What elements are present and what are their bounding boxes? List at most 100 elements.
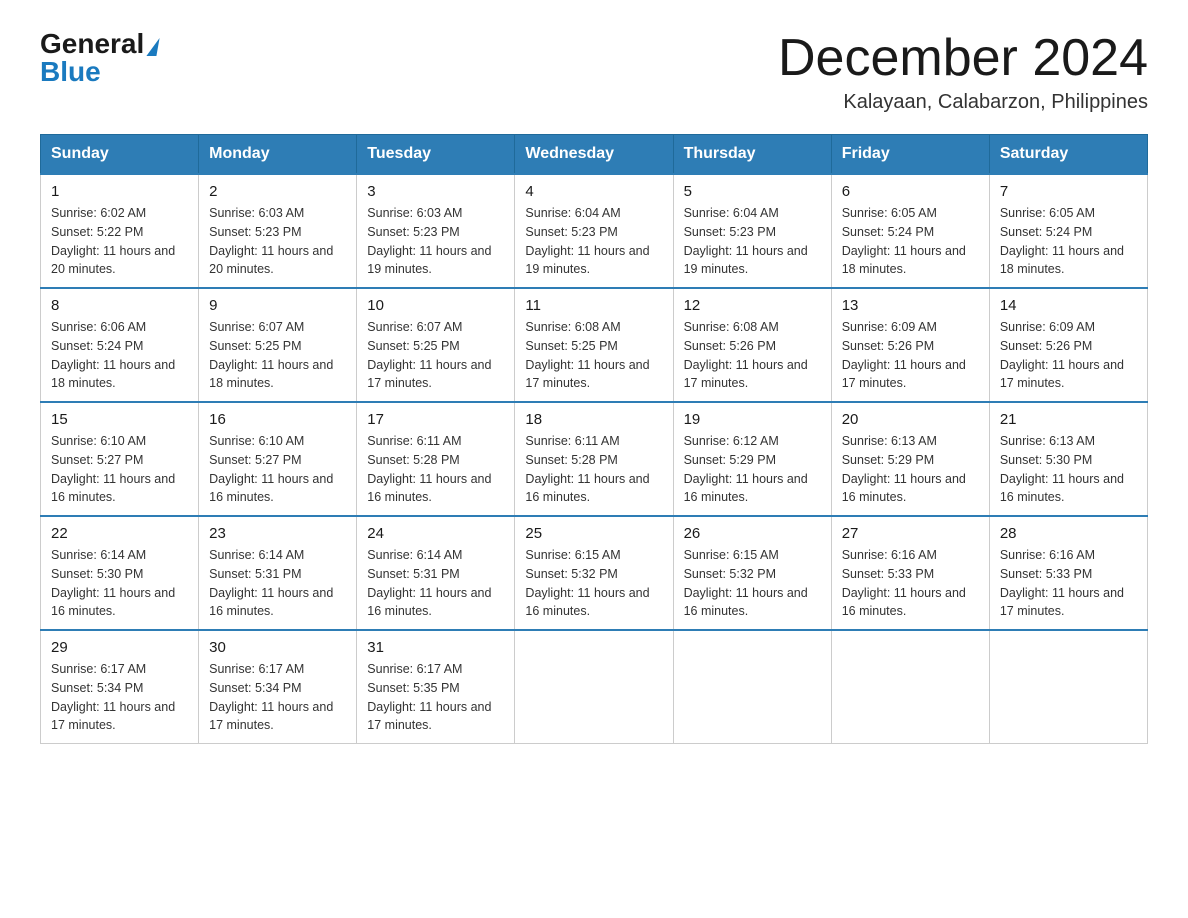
day-number: 14	[1000, 297, 1137, 314]
table-row: 5 Sunrise: 6:04 AM Sunset: 5:23 PM Dayli…	[673, 174, 831, 288]
col-tuesday: Tuesday	[357, 135, 515, 175]
col-sunday: Sunday	[41, 135, 199, 175]
table-row: 13 Sunrise: 6:09 AM Sunset: 5:26 PM Dayl…	[831, 288, 989, 402]
day-number: 27	[842, 525, 979, 542]
table-row: 25 Sunrise: 6:15 AM Sunset: 5:32 PM Dayl…	[515, 516, 673, 630]
day-number: 7	[1000, 183, 1137, 200]
calendar-week-row: 29 Sunrise: 6:17 AM Sunset: 5:34 PM Dayl…	[41, 630, 1148, 744]
day-info: Sunrise: 6:03 AM Sunset: 5:23 PM Dayligh…	[367, 204, 504, 279]
table-row: 11 Sunrise: 6:08 AM Sunset: 5:25 PM Dayl…	[515, 288, 673, 402]
day-info: Sunrise: 6:14 AM Sunset: 5:31 PM Dayligh…	[209, 546, 346, 621]
table-row: 14 Sunrise: 6:09 AM Sunset: 5:26 PM Dayl…	[989, 288, 1147, 402]
day-number: 22	[51, 525, 188, 542]
month-year-title: December 2024	[778, 30, 1148, 87]
table-row	[515, 630, 673, 744]
logo: General Blue	[40, 30, 158, 86]
day-info: Sunrise: 6:05 AM Sunset: 5:24 PM Dayligh…	[1000, 204, 1137, 279]
table-row: 10 Sunrise: 6:07 AM Sunset: 5:25 PM Dayl…	[357, 288, 515, 402]
day-info: Sunrise: 6:14 AM Sunset: 5:31 PM Dayligh…	[367, 546, 504, 621]
calendar-week-row: 1 Sunrise: 6:02 AM Sunset: 5:22 PM Dayli…	[41, 174, 1148, 288]
table-row: 9 Sunrise: 6:07 AM Sunset: 5:25 PM Dayli…	[199, 288, 357, 402]
day-number: 21	[1000, 411, 1137, 428]
day-info: Sunrise: 6:07 AM Sunset: 5:25 PM Dayligh…	[209, 318, 346, 393]
day-info: Sunrise: 6:16 AM Sunset: 5:33 PM Dayligh…	[842, 546, 979, 621]
day-info: Sunrise: 6:08 AM Sunset: 5:26 PM Dayligh…	[684, 318, 821, 393]
table-row: 18 Sunrise: 6:11 AM Sunset: 5:28 PM Dayl…	[515, 402, 673, 516]
table-row: 21 Sunrise: 6:13 AM Sunset: 5:30 PM Dayl…	[989, 402, 1147, 516]
location-subtitle: Kalayaan, Calabarzon, Philippines	[778, 91, 1148, 114]
day-number: 15	[51, 411, 188, 428]
day-number: 19	[684, 411, 821, 428]
day-number: 30	[209, 639, 346, 656]
day-info: Sunrise: 6:14 AM Sunset: 5:30 PM Dayligh…	[51, 546, 188, 621]
table-row: 22 Sunrise: 6:14 AM Sunset: 5:30 PM Dayl…	[41, 516, 199, 630]
calendar-header-row: Sunday Monday Tuesday Wednesday Thursday…	[41, 135, 1148, 175]
day-number: 12	[684, 297, 821, 314]
calendar-table: Sunday Monday Tuesday Wednesday Thursday…	[40, 134, 1148, 744]
table-row: 17 Sunrise: 6:11 AM Sunset: 5:28 PM Dayl…	[357, 402, 515, 516]
table-row	[831, 630, 989, 744]
table-row: 27 Sunrise: 6:16 AM Sunset: 5:33 PM Dayl…	[831, 516, 989, 630]
day-number: 18	[525, 411, 662, 428]
day-number: 31	[367, 639, 504, 656]
day-info: Sunrise: 6:13 AM Sunset: 5:30 PM Dayligh…	[1000, 432, 1137, 507]
day-number: 29	[51, 639, 188, 656]
table-row: 23 Sunrise: 6:14 AM Sunset: 5:31 PM Dayl…	[199, 516, 357, 630]
day-number: 13	[842, 297, 979, 314]
table-row: 4 Sunrise: 6:04 AM Sunset: 5:23 PM Dayli…	[515, 174, 673, 288]
day-number: 1	[51, 183, 188, 200]
logo-general-text: General	[40, 30, 144, 58]
day-number: 28	[1000, 525, 1137, 542]
day-info: Sunrise: 6:15 AM Sunset: 5:32 PM Dayligh…	[684, 546, 821, 621]
day-number: 17	[367, 411, 504, 428]
day-info: Sunrise: 6:07 AM Sunset: 5:25 PM Dayligh…	[367, 318, 504, 393]
table-row: 2 Sunrise: 6:03 AM Sunset: 5:23 PM Dayli…	[199, 174, 357, 288]
page-header: General Blue December 2024 Kalayaan, Cal…	[40, 30, 1148, 114]
title-block: December 2024 Kalayaan, Calabarzon, Phil…	[778, 30, 1148, 114]
table-row	[989, 630, 1147, 744]
day-info: Sunrise: 6:10 AM Sunset: 5:27 PM Dayligh…	[209, 432, 346, 507]
day-info: Sunrise: 6:16 AM Sunset: 5:33 PM Dayligh…	[1000, 546, 1137, 621]
table-row: 16 Sunrise: 6:10 AM Sunset: 5:27 PM Dayl…	[199, 402, 357, 516]
col-monday: Monday	[199, 135, 357, 175]
day-info: Sunrise: 6:17 AM Sunset: 5:35 PM Dayligh…	[367, 660, 504, 735]
day-info: Sunrise: 6:10 AM Sunset: 5:27 PM Dayligh…	[51, 432, 188, 507]
table-row: 3 Sunrise: 6:03 AM Sunset: 5:23 PM Dayli…	[357, 174, 515, 288]
table-row: 8 Sunrise: 6:06 AM Sunset: 5:24 PM Dayli…	[41, 288, 199, 402]
calendar-week-row: 8 Sunrise: 6:06 AM Sunset: 5:24 PM Dayli…	[41, 288, 1148, 402]
col-wednesday: Wednesday	[515, 135, 673, 175]
table-row: 28 Sunrise: 6:16 AM Sunset: 5:33 PM Dayl…	[989, 516, 1147, 630]
day-info: Sunrise: 6:13 AM Sunset: 5:29 PM Dayligh…	[842, 432, 979, 507]
day-number: 9	[209, 297, 346, 314]
day-info: Sunrise: 6:04 AM Sunset: 5:23 PM Dayligh…	[525, 204, 662, 279]
table-row: 12 Sunrise: 6:08 AM Sunset: 5:26 PM Dayl…	[673, 288, 831, 402]
table-row: 15 Sunrise: 6:10 AM Sunset: 5:27 PM Dayl…	[41, 402, 199, 516]
day-number: 8	[51, 297, 188, 314]
day-number: 11	[525, 297, 662, 314]
table-row: 24 Sunrise: 6:14 AM Sunset: 5:31 PM Dayl…	[357, 516, 515, 630]
day-number: 25	[525, 525, 662, 542]
day-info: Sunrise: 6:09 AM Sunset: 5:26 PM Dayligh…	[842, 318, 979, 393]
logo-triangle-icon	[147, 38, 160, 56]
table-row: 29 Sunrise: 6:17 AM Sunset: 5:34 PM Dayl…	[41, 630, 199, 744]
table-row	[673, 630, 831, 744]
logo-blue-text: Blue	[40, 58, 101, 86]
day-number: 24	[367, 525, 504, 542]
day-number: 6	[842, 183, 979, 200]
day-info: Sunrise: 6:11 AM Sunset: 5:28 PM Dayligh…	[525, 432, 662, 507]
day-info: Sunrise: 6:03 AM Sunset: 5:23 PM Dayligh…	[209, 204, 346, 279]
day-number: 16	[209, 411, 346, 428]
table-row: 31 Sunrise: 6:17 AM Sunset: 5:35 PM Dayl…	[357, 630, 515, 744]
day-number: 2	[209, 183, 346, 200]
table-row: 6 Sunrise: 6:05 AM Sunset: 5:24 PM Dayli…	[831, 174, 989, 288]
day-info: Sunrise: 6:15 AM Sunset: 5:32 PM Dayligh…	[525, 546, 662, 621]
day-number: 23	[209, 525, 346, 542]
col-saturday: Saturday	[989, 135, 1147, 175]
day-info: Sunrise: 6:11 AM Sunset: 5:28 PM Dayligh…	[367, 432, 504, 507]
day-number: 10	[367, 297, 504, 314]
table-row: 19 Sunrise: 6:12 AM Sunset: 5:29 PM Dayl…	[673, 402, 831, 516]
table-row: 1 Sunrise: 6:02 AM Sunset: 5:22 PM Dayli…	[41, 174, 199, 288]
day-info: Sunrise: 6:09 AM Sunset: 5:26 PM Dayligh…	[1000, 318, 1137, 393]
day-info: Sunrise: 6:12 AM Sunset: 5:29 PM Dayligh…	[684, 432, 821, 507]
day-number: 5	[684, 183, 821, 200]
